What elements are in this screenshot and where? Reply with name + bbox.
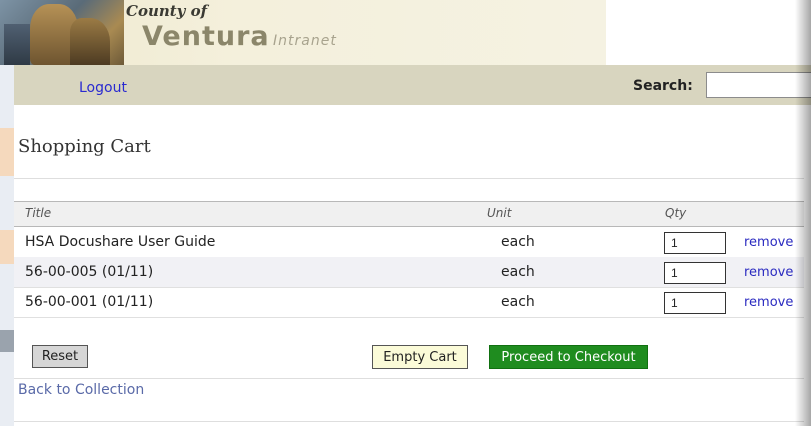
column-header-unit: Unit [487, 206, 512, 220]
logo-county-text: County of [126, 2, 208, 20]
empty-cart-button[interactable]: Empty Cart [372, 345, 468, 369]
item-title: 56-00-001 (01/11) [25, 294, 154, 310]
item-unit: each [501, 234, 535, 250]
strip-accent [0, 230, 14, 264]
remove-link[interactable]: remove [744, 235, 793, 250]
proceed-to-checkout-button[interactable]: Proceed to Checkout [489, 345, 648, 369]
logout-link[interactable]: Logout [79, 80, 127, 96]
strip-accent [0, 330, 14, 352]
column-header-title: Title [25, 206, 52, 220]
item-unit: each [501, 264, 535, 280]
table-row: 56-00-005 (01/11) each remove [14, 257, 804, 288]
item-title: 56-00-005 (01/11) [25, 264, 154, 280]
header-blank [606, 0, 811, 65]
quantity-input[interactable] [664, 232, 726, 254]
quantity-input[interactable] [664, 262, 726, 284]
logo-ventura-text: Ventura [142, 21, 270, 52]
logo-intranet-text: Intranet [273, 33, 337, 49]
strip-accent [0, 128, 14, 176]
window-edge-shadow [795, 0, 811, 426]
item-title: HSA Docushare User Guide [25, 234, 216, 250]
page-title: Shopping Cart [18, 136, 151, 157]
divider [14, 178, 804, 179]
item-unit: each [501, 294, 535, 310]
quantity-input[interactable] [664, 292, 726, 314]
remove-link[interactable]: remove [744, 265, 793, 280]
back-to-collection-link[interactable]: Back to Collection [18, 382, 144, 398]
divider [14, 378, 804, 379]
search-label: Search: [633, 78, 693, 94]
header-banner: County of Ventura Intranet [0, 0, 606, 65]
statue-image [0, 0, 124, 65]
remove-link[interactable]: remove [744, 295, 793, 310]
reset-button[interactable]: Reset [32, 345, 88, 368]
divider [14, 421, 804, 422]
table-row: 56-00-001 (01/11) each remove [14, 287, 804, 318]
column-header-qty: Qty [665, 206, 687, 220]
table-row: HSA Docushare User Guide each remove [14, 227, 804, 258]
